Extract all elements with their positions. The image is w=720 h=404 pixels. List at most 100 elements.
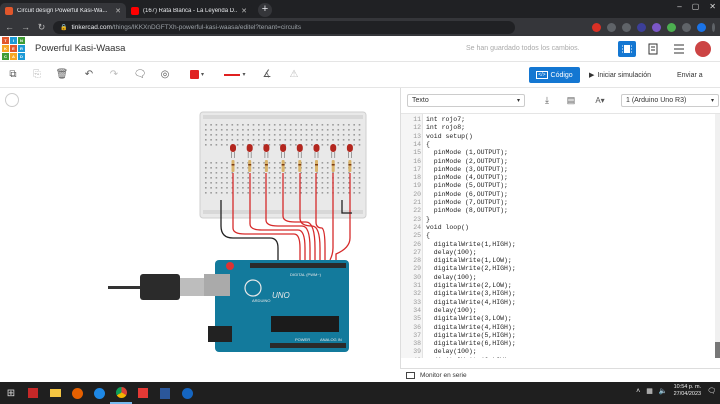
copy-icon[interactable]: ⧉: [6, 67, 20, 82]
redo-icon[interactable]: ↷: [107, 67, 121, 82]
breadboard-hole: [252, 182, 255, 184]
breadboard-hole: [242, 162, 244, 164]
forward-icon[interactable]: →: [21, 22, 30, 32]
color-picker[interactable]: ▾: [186, 67, 208, 82]
code-scrollbar[interactable]: [715, 114, 720, 358]
breadboard-hole: [358, 192, 361, 194]
windows-start-icon[interactable]: ⊞: [0, 382, 22, 404]
youtube-favicon-icon: [131, 6, 139, 15]
breadboard-hole: [226, 139, 228, 141]
code-button[interactable]: </> Código: [529, 67, 580, 83]
network-icon[interactable]: ▦: [646, 387, 653, 395]
start-simulation-button[interactable]: ▶ Iniciar simulación: [589, 67, 651, 83]
notifications-icon[interactable]: 🗨: [707, 387, 716, 395]
browser-tab-tinkercad[interactable]: Circuit design Powerful Kasi-Wa... ✕: [0, 3, 126, 18]
breadboard-hole: [311, 124, 313, 126]
send-to-button[interactable]: Enviar a: [677, 67, 703, 83]
star-icon[interactable]: [622, 22, 631, 32]
breadboard-hole: [263, 139, 265, 141]
edge-icon[interactable]: [88, 382, 110, 404]
breadboard-hole: [210, 139, 212, 141]
breadboard-hole: [305, 144, 308, 146]
breadboard-hole: [358, 182, 361, 184]
browser-tab-youtube[interactable]: (167) Rata Blanca - La Leyenda D... ✕: [126, 3, 252, 18]
code-scrollbar-thumb[interactable]: [715, 342, 720, 358]
library-icon[interactable]: ▤: [564, 94, 578, 107]
breadboard-hole: [220, 129, 223, 131]
breadboard-hole: [242, 172, 244, 174]
breadboard-hole: [289, 187, 292, 189]
delete-icon[interactable]: 🗑: [55, 67, 69, 82]
breadboard-hole: [242, 134, 244, 136]
explorer-icon[interactable]: [44, 382, 66, 404]
clock[interactable]: 10:54 p. m. 27/04/2023: [674, 384, 702, 398]
back-icon[interactable]: ←: [5, 22, 14, 32]
tab-title: (167) Rata Blanca - La Leyenda D...: [143, 7, 238, 14]
breadboard-hole: [321, 162, 324, 164]
word-icon[interactable]: [154, 382, 176, 404]
breadboard-hole: [348, 134, 350, 136]
breadboard-hole: [258, 172, 260, 174]
breadboard-hole: [342, 167, 345, 169]
app-icon[interactable]: [176, 382, 198, 404]
notes-visibility-icon[interactable]: ◎: [158, 67, 172, 82]
breadboard-hole: [263, 124, 265, 126]
breadboard-hole: [321, 187, 324, 189]
flip-icon[interactable]: ⚠: [287, 67, 301, 82]
project-title[interactable]: Powerful Kasi-Waasa: [35, 43, 125, 54]
app-icon[interactable]: [22, 382, 44, 404]
reload-icon[interactable]: ↻: [37, 22, 46, 33]
minimize-icon[interactable]: –: [677, 2, 681, 11]
breadboard-hole: [321, 134, 324, 136]
maximize-icon[interactable]: ▢: [692, 2, 700, 11]
rotate-icon[interactable]: ∡: [260, 67, 274, 82]
breadboard-hole: [231, 129, 234, 131]
breadboard-hole: [353, 192, 355, 194]
device-value: 1 (Arduino Uno R3): [626, 97, 687, 104]
wire-type-picker[interactable]: ▾: [220, 67, 250, 82]
note-icon[interactable]: 🗨: [133, 67, 147, 82]
user-avatar[interactable]: [695, 41, 711, 57]
breadboard-hole: [358, 129, 361, 131]
firefox-icon[interactable]: [66, 382, 88, 404]
breadboard-hole: [210, 177, 212, 179]
chrome-icon[interactable]: [110, 382, 132, 404]
download-icon[interactable]: ⤓: [540, 94, 554, 107]
breadboard-hole: [279, 124, 281, 126]
chevron-up-icon[interactable]: ˄: [636, 388, 640, 395]
code-editor[interactable]: 11 int rojo7; 12 int rojo8; 13 void setup() 14…: [401, 114, 719, 358]
circuit-canvas[interactable]: DIGITAL (PWM~) UNO ARDUINO POWER ANALOG …: [0, 88, 400, 368]
circuit-view-button[interactable]: [618, 41, 636, 57]
record-extension-icon[interactable]: [592, 22, 601, 32]
close-tab-icon[interactable]: ✕: [241, 7, 247, 15]
k-extension-icon[interactable]: [637, 22, 646, 32]
breadboard-hole: [273, 167, 276, 169]
volume-icon[interactable]: 🔈: [659, 387, 668, 395]
new-tab-button[interactable]: +: [258, 3, 272, 17]
breadboard-hole: [305, 187, 308, 189]
extension-icon[interactable]: [652, 22, 661, 32]
components-list-button[interactable]: [670, 41, 688, 57]
close-window-icon[interactable]: ✕: [709, 2, 716, 11]
profile-avatar[interactable]: [697, 22, 706, 32]
breadboard-hole: [220, 172, 223, 174]
share-icon[interactable]: [607, 22, 616, 32]
app-icon[interactable]: [132, 382, 154, 404]
paste-icon[interactable]: ⎘: [30, 67, 44, 82]
code-mode-select[interactable]: Texto ▾: [407, 94, 525, 107]
tinkercad-logo[interactable]: T I N K E R C A D: [2, 37, 25, 60]
menu-icon[interactable]: [712, 22, 715, 32]
breadboard-hole: [342, 134, 345, 136]
extension-icon[interactable]: [667, 22, 676, 32]
serial-monitor-bar[interactable]: Monitor en serie: [400, 368, 720, 382]
device-select[interactable]: 1 (Arduino Uno R3) ▾: [621, 94, 719, 107]
font-size-icon[interactable]: A▾: [588, 94, 612, 107]
url-field[interactable]: 🔒 tinkercad.com/things/lKKXnDGFTXh-power…: [53, 20, 515, 34]
breadboard-hole: [242, 139, 244, 141]
breadboard-hole: [337, 187, 340, 189]
schematic-view-button[interactable]: [644, 41, 662, 57]
close-tab-icon[interactable]: ✕: [115, 7, 121, 15]
puzzle-icon[interactable]: [682, 22, 691, 32]
undo-icon[interactable]: ↶: [82, 67, 96, 82]
url-host: tinkercad.com: [71, 23, 112, 31]
